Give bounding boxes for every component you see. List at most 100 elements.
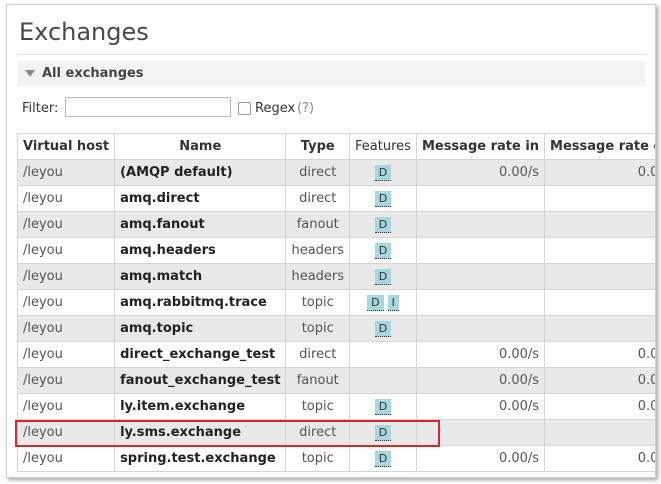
table-row: /leyou amq.match headers D — [16, 263, 655, 290]
exchange-name-link[interactable]: amq.topic — [114, 315, 287, 342]
column-header-message-rate-out[interactable]: Message rate out — [544, 133, 655, 160]
message-rate-in-cell — [415, 289, 546, 316]
virtual-host-cell: /leyou — [16, 263, 116, 290]
section-label: All exchanges — [42, 66, 144, 81]
column-header-name[interactable]: Name — [114, 133, 287, 160]
table-row: /leyouly.item.exchangetopic D 0.00/s0.00/s — [16, 393, 655, 420]
message-rate-out-cell — [544, 185, 655, 212]
table-row: /leyou(AMQP default)direct D 0.00/s0.00/s — [16, 159, 655, 186]
message-rate-in-cell: 0.00/s — [415, 159, 546, 186]
virtual-host-cell: /leyou — [16, 419, 116, 446]
type-cell: direct — [285, 159, 351, 186]
column-header-features: Features — [349, 133, 417, 160]
regex-checkbox[interactable] — [238, 102, 251, 115]
table-row: /leyou amq.fanout fanout D — [16, 211, 655, 238]
message-rate-in-cell — [415, 263, 546, 290]
type-cell: direct — [285, 419, 351, 446]
type-cell: headers — [285, 263, 351, 290]
page-title: Exchanges — [19, 18, 149, 46]
features-cell: D — [349, 159, 417, 186]
table-row: /leyou ly.sms.exchange direct D — [16, 419, 655, 446]
feature-badge: D — [367, 294, 384, 311]
exchange-name-link[interactable]: spring.test.exchange — [114, 445, 287, 472]
feature-badge: D — [374, 216, 392, 233]
exchange-name-link[interactable]: amq.direct — [114, 185, 287, 212]
exchange-name-link[interactable]: fanout_exchange_test — [114, 367, 287, 394]
all-exchanges-section-toggle[interactable]: All exchanges — [17, 61, 645, 87]
message-rate-in-cell — [415, 315, 546, 342]
virtual-host-cell: /leyou — [16, 289, 116, 316]
exchange-name-link[interactable]: amq.rabbitmq.trace — [114, 289, 287, 316]
features-cell — [349, 341, 417, 368]
filter-label: Filter: — [22, 101, 59, 116]
exchange-name-link[interactable]: amq.headers — [114, 237, 287, 264]
features-cell: D — [349, 445, 417, 472]
message-rate-out-cell — [544, 237, 655, 264]
virtual-host-cell: /leyou — [16, 367, 116, 394]
type-cell: direct — [285, 341, 351, 368]
table-row: /leyou fanout_exchange_test fanout 0.00/s 0.… — [16, 367, 655, 394]
features-cell: D — [349, 211, 417, 238]
message-rate-out-cell — [544, 289, 655, 316]
exchanges-panel: Exchanges All exchanges Filter: Regex (?… — [6, 4, 656, 478]
message-rate-in-cell — [415, 419, 546, 446]
virtual-host-cell: /leyou — [16, 185, 116, 212]
virtual-host-cell: /leyou — [16, 393, 116, 420]
features-cell: D — [349, 237, 417, 264]
regex-help-link[interactable]: (?) — [297, 101, 314, 116]
message-rate-in-cell — [415, 185, 546, 212]
exchange-name-link[interactable]: (AMQP default) — [114, 159, 287, 186]
table-row: /leyou amq.topic topic D — [16, 315, 655, 342]
exchange-name-link[interactable]: amq.fanout — [114, 211, 287, 238]
message-rate-out-cell: 0.00/s — [544, 445, 655, 472]
message-rate-in-cell — [415, 211, 546, 238]
feature-badge: D — [374, 450, 392, 467]
type-cell: topic — [285, 289, 351, 316]
type-cell: topic — [285, 393, 351, 420]
virtual-host-cell: /leyou — [16, 211, 116, 238]
column-header-virtual-host[interactable]: Virtual host — [16, 133, 116, 160]
table-row: /leyou amq.headers headers D — [16, 237, 655, 264]
triangle-down-icon — [25, 70, 35, 77]
features-cell: D — [349, 393, 417, 420]
message-rate-in-cell: 0.00/s — [415, 367, 546, 394]
message-rate-out-cell: 0.00/s — [544, 159, 655, 186]
feature-badge: D — [374, 320, 392, 337]
column-header-type[interactable]: Type — [285, 133, 351, 160]
feature-badge: D — [374, 164, 392, 181]
exchanges-table: Virtual host Name Type Features Message … — [16, 133, 655, 472]
type-cell: direct — [285, 185, 351, 212]
features-cell: D — [349, 263, 417, 290]
feature-badge: D — [374, 398, 392, 415]
message-rate-in-cell: 0.00/s — [415, 341, 546, 368]
filter-input[interactable] — [65, 97, 231, 117]
table-row: /leyou amq.rabbitmq.trace topic D I — [16, 289, 655, 316]
feature-badge: I — [387, 294, 399, 311]
message-rate-out-cell — [544, 315, 655, 342]
title-divider — [17, 54, 647, 55]
type-cell: fanout — [285, 367, 351, 394]
table-row: /leyou direct_exchange_test direct 0.00/s 0.… — [16, 341, 655, 368]
type-cell: topic — [285, 445, 351, 472]
feature-badge: D — [374, 242, 392, 259]
type-cell: topic — [285, 315, 351, 342]
virtual-host-cell: /leyou — [16, 445, 116, 472]
features-cell: D — [349, 315, 417, 342]
type-cell: headers — [285, 237, 351, 264]
column-header-message-rate-in[interactable]: Message rate in — [415, 133, 546, 160]
feature-badge: D — [374, 424, 392, 441]
features-cell: DI — [349, 289, 417, 316]
exchange-name-link[interactable]: amq.match — [114, 263, 287, 290]
table-row: /leyou amq.direct direct D — [16, 185, 655, 212]
exchange-name-link[interactable]: ly.sms.exchange — [114, 419, 287, 446]
regex-label: Regex — [255, 101, 296, 116]
exchange-name-link[interactable]: ly.item.exchange — [114, 393, 287, 420]
feature-badge: D — [374, 268, 392, 285]
virtual-host-cell: /leyou — [16, 237, 116, 264]
message-rate-out-cell — [544, 211, 655, 238]
exchange-name-link[interactable]: direct_exchange_test — [114, 341, 287, 368]
message-rate-out-cell: 0.00/s — [544, 341, 655, 368]
type-cell: fanout — [285, 211, 351, 238]
table-row: /leyou spring.test.exchange topic D 0.00/s 0.… — [16, 445, 655, 472]
message-rate-in-cell — [415, 237, 546, 264]
